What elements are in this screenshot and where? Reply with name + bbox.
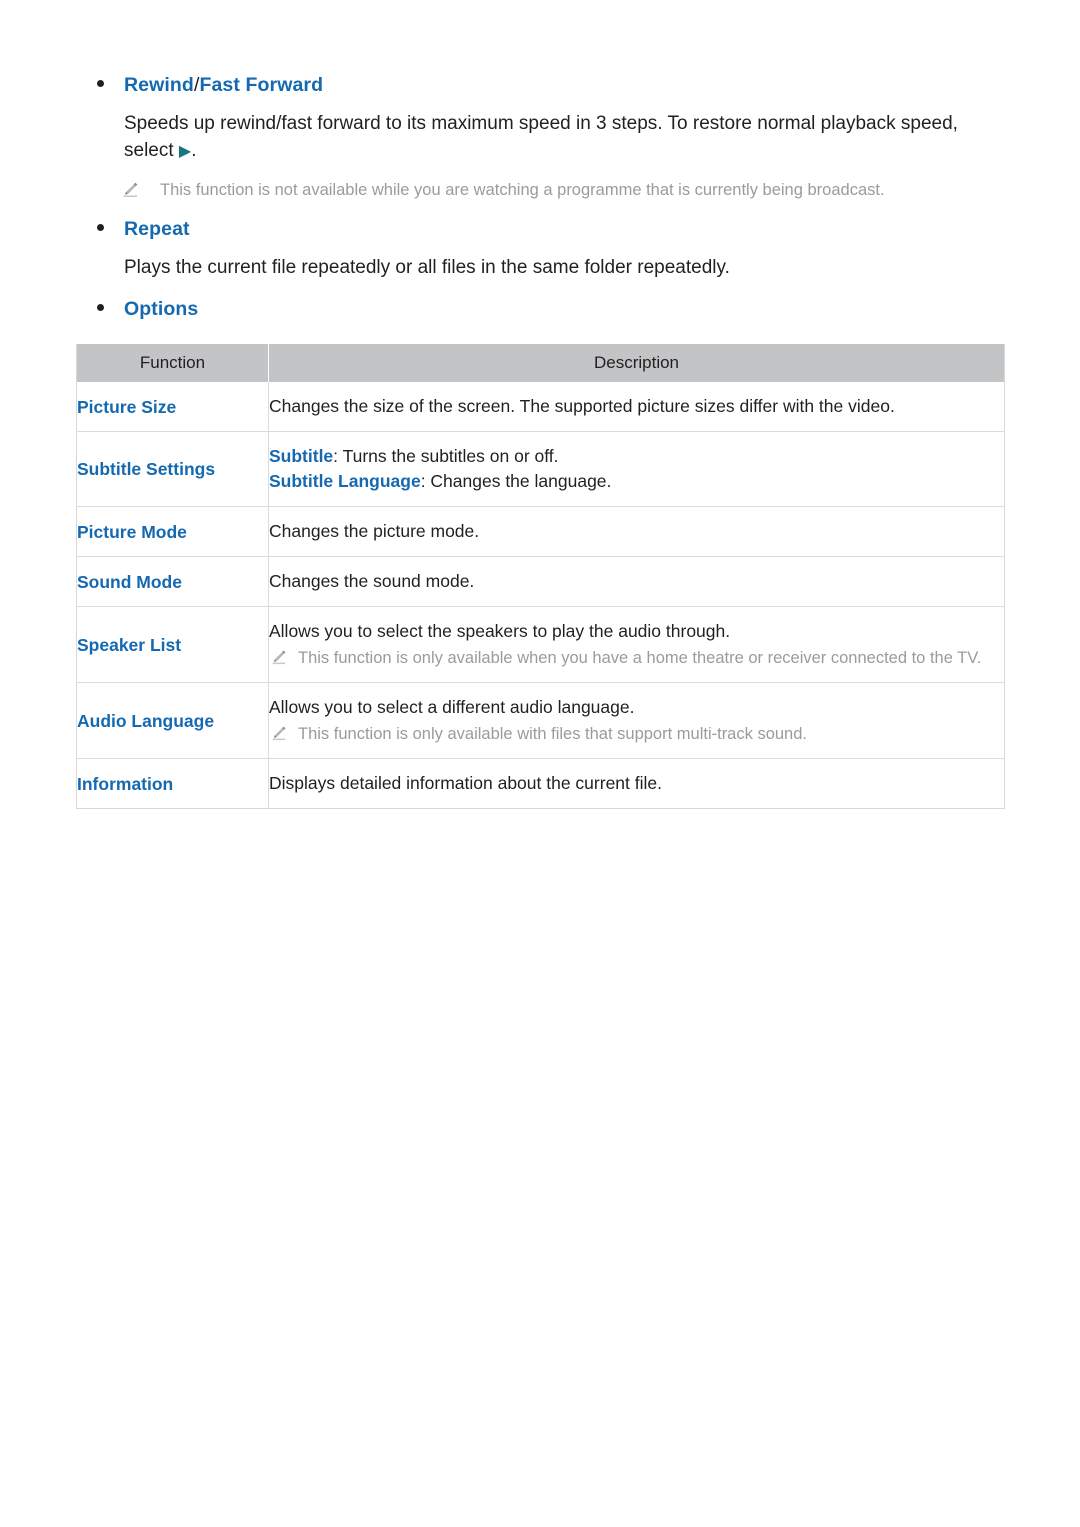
desc-line: Changes the picture mode. xyxy=(269,521,480,541)
row-description: Changes the sound mode. xyxy=(268,556,1005,607)
table-row: Audio Language Allows you to select a di… xyxy=(76,682,1005,759)
bullet-icon xyxy=(97,304,104,311)
note-text: This function is only available when you… xyxy=(298,649,982,667)
desc-line: Changes the size of the screen. The supp… xyxy=(269,396,895,416)
page-title-rewind: Rewind/Fast Forward xyxy=(124,72,1080,98)
note-text: This function is only available with fil… xyxy=(298,725,807,743)
row-description: Changes the size of the screen. The supp… xyxy=(269,382,1005,432)
note-text: This function is not available while you… xyxy=(160,181,885,199)
options-table-container: Function Description Picture Size Change… xyxy=(76,344,1005,809)
paragraph-rewind: Speeds up rewind/fast forward to its max… xyxy=(0,110,1080,165)
desc-line: Allows you to select the speakers to pla… xyxy=(269,621,731,641)
heading-row: Options xyxy=(0,296,1080,322)
section-rewind-fast-forward: Rewind/Fast Forward Speeds up rewind/fas… xyxy=(0,72,1080,202)
desc-line: Subtitle Language: Changes the language. xyxy=(269,469,1004,494)
row-function-speaker-list: Speaker List xyxy=(76,606,269,683)
desc-text: : Turns the subtitles on or off. xyxy=(333,446,559,466)
desc-line: Displays detailed information about the … xyxy=(269,773,662,793)
paragraph-text-after: . xyxy=(191,140,197,161)
row-function-picture-mode: Picture Mode xyxy=(76,506,269,557)
table-row: Subtitle Settings Subtitle: Turns the su… xyxy=(76,431,1005,507)
bullet-icon xyxy=(97,224,104,231)
play-icon: ▶ xyxy=(178,143,192,160)
section-options: Options xyxy=(0,296,1080,322)
row-description: Allows you to select a different audio l… xyxy=(268,682,1005,759)
page-title-options: Options xyxy=(124,298,199,320)
paragraph-text-before: Speeds up rewind/fast forward to its max… xyxy=(124,113,958,161)
row-function-audio-language: Audio Language xyxy=(76,682,269,759)
row-function-subtitle-settings: Subtitle Settings xyxy=(76,431,269,507)
bullet-icon xyxy=(97,80,104,87)
paragraph-repeat: Plays the current file repeatedly or all… xyxy=(124,257,730,278)
desc-line: Subtitle: Turns the subtitles on or off. xyxy=(269,444,1004,469)
note-rewind: This function is not available while you… xyxy=(0,179,1080,202)
heading-row: Rewind/Fast Forward xyxy=(0,72,1080,98)
row-description: Subtitle: Turns the subtitles on or off.… xyxy=(268,431,1005,507)
desc-text: : Changes the language. xyxy=(420,471,612,491)
pencil-icon xyxy=(271,725,287,741)
document-page: Rewind/Fast Forward Speeds up rewind/fas… xyxy=(0,0,1080,1527)
pencil-icon xyxy=(122,181,139,198)
row-note: This function is only available when you… xyxy=(269,647,1004,670)
pencil-icon xyxy=(271,649,287,665)
heading-row: Repeat xyxy=(0,216,1080,242)
row-note: This function is only available with fil… xyxy=(269,723,1004,746)
table-row: Sound Mode Changes the sound mode. xyxy=(76,556,1005,607)
options-table: Function Description Picture Size Change… xyxy=(76,344,1005,809)
desc-label-subtitle-language: Subtitle Language xyxy=(269,471,421,491)
table-row: Information Displays detailed informatio… xyxy=(76,758,1005,809)
column-header-function: Function xyxy=(76,344,269,382)
heading-fast-forward: Fast Forward xyxy=(199,74,324,96)
table-row: Speaker List Allows you to select the sp… xyxy=(76,606,1005,683)
table-row: Picture Mode Changes the picture mode. xyxy=(76,506,1005,557)
heading-rewind: Rewind xyxy=(124,74,194,96)
section-repeat: Repeat Plays the current file repeatedly… xyxy=(0,216,1080,281)
page-title-repeat: Repeat xyxy=(124,218,190,240)
row-function-sound-mode: Sound Mode xyxy=(76,556,269,607)
row-function-information: Information xyxy=(76,758,269,809)
table-header-row: Function Description xyxy=(76,344,1005,382)
row-description: Changes the picture mode. xyxy=(268,506,1005,557)
desc-label-subtitle: Subtitle xyxy=(269,446,334,466)
table-row: Picture Size Changes the size of the scr… xyxy=(76,382,1005,432)
row-function-picture-size: Picture Size xyxy=(76,382,269,432)
row-description: Displays detailed information about the … xyxy=(268,758,1005,809)
row-description: Allows you to select the speakers to pla… xyxy=(268,606,1005,683)
desc-line: Allows you to select a different audio l… xyxy=(269,697,635,717)
desc-line: Changes the sound mode. xyxy=(269,571,475,591)
column-header-description: Description xyxy=(268,344,1005,382)
